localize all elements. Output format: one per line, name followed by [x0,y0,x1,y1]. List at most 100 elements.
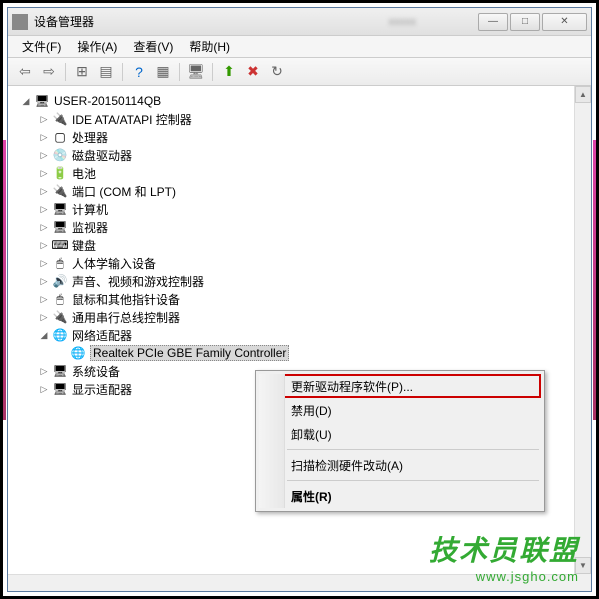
device-category-icon: ⌨ [52,237,68,253]
view-button-1[interactable]: ⊞ [71,61,93,83]
context-menu-gutter [259,374,285,508]
expander-icon[interactable]: ▷ [38,257,50,269]
tree-node[interactable]: ▷🖥计算机 [38,200,587,218]
grid-icon: ⊞ [76,63,88,80]
separator [179,63,180,81]
help-button[interactable]: ? [128,61,150,83]
tree-node[interactable]: ▷🖱鼠标和其他指针设备 [38,290,587,308]
tree-node[interactable]: ▷🔌通用串行总线控制器 [38,308,587,326]
context-menu: 更新驱动程序软件(P)...禁用(D)卸载(U) 扫描检测硬件改动(A) 属性(R) [255,370,545,512]
scroll-up-arrow[interactable]: ▲ [575,86,591,103]
refresh-button[interactable]: ↻ [266,61,288,83]
tree-node[interactable]: ▷⌨键盘 [38,236,587,254]
device-category-icon: ▢ [52,129,68,145]
node-label: 鼠标和其他指针设备 [72,291,180,308]
context-menu-item[interactable]: 禁用(D) [259,398,541,422]
update-icon: ⬆ [223,63,235,80]
back-icon: ⇦ [19,63,31,80]
update-button[interactable]: ⬆ [218,61,240,83]
refresh-icon: ↻ [271,63,283,80]
tree-leaf-node[interactable]: 🌐Realtek PCIe GBE Family Controller [56,344,587,362]
details-button[interactable]: ▦ [152,61,174,83]
expander-icon[interactable]: ▷ [38,383,50,395]
node-label: IDE ATA/ATAPI 控制器 [72,111,192,128]
device-category-icon: 🌐 [52,327,68,343]
expander-icon[interactable]: ▷ [38,293,50,305]
context-menu-separator [287,449,539,450]
separator [65,63,66,81]
vertical-scrollbar[interactable]: ▲ ▼ [574,86,591,591]
tree-node[interactable]: ▷🔊声音、视频和游戏控制器 [38,272,587,290]
expander-icon[interactable]: ▷ [38,167,50,179]
expander-icon[interactable]: ▷ [38,365,50,377]
blurred-text: xxxxx [389,16,417,28]
expander-icon[interactable]: ▷ [38,185,50,197]
separator [122,63,123,81]
expander-icon[interactable]: ◢ [38,329,50,341]
tree-node[interactable]: ▷🖱人体学输入设备 [38,254,587,272]
uninstall-button[interactable]: ✖ [242,61,264,83]
context-menu-item[interactable]: 属性(R) [259,484,541,508]
context-menu-item[interactable]: 更新驱动程序软件(P)... [259,374,541,398]
expander-icon[interactable]: ▷ [38,203,50,215]
menubar: 文件(F) 操作(A) 查看(V) 帮助(H) [8,36,591,58]
node-label: 人体学输入设备 [72,255,156,272]
device-category-icon: 🖥 [52,381,68,397]
forward-button[interactable]: ⇨ [38,61,60,83]
node-label: 显示适配器 [72,381,132,398]
tree-node[interactable]: ▷🔌IDE ATA/ATAPI 控制器 [38,110,587,128]
tree-children: 🌐Realtek PCIe GBE Family Controller [38,344,587,362]
tree-node[interactable]: ◢🌐网络适配器 [38,326,587,344]
expander-icon[interactable]: ▷ [38,131,50,143]
device-category-icon: 🖥 [52,219,68,235]
expander-icon[interactable]: ▷ [38,275,50,287]
menu-action[interactable]: 操作(A) [69,38,125,55]
uninstall-icon: ✖ [247,63,259,80]
tree-node[interactable]: ▷🖥监视器 [38,218,587,236]
expander-icon[interactable]: ▷ [38,239,50,251]
watermark-text: 技术员联盟 [429,529,579,569]
node-label: 声音、视频和游戏控制器 [72,273,204,290]
node-label: 系统设备 [72,363,120,380]
titlebar[interactable]: 设备管理器 xxxxx — □ ✕ [8,8,591,36]
close-button[interactable]: ✕ [542,13,587,31]
device-category-icon: 🔌 [52,111,68,127]
menu-file[interactable]: 文件(F) [14,38,69,55]
node-label: 磁盘驱动器 [72,147,132,164]
context-menu-item[interactable]: 扫描检测硬件改动(A) [259,453,541,477]
context-menu-item[interactable]: 卸载(U) [259,422,541,446]
device-category-icon: 🔌 [52,183,68,199]
node-label: 监视器 [72,219,108,236]
device-category-icon: 🖥 [52,363,68,379]
expander-icon[interactable]: ▷ [38,311,50,323]
context-menu-separator [287,480,539,481]
back-button[interactable]: ⇦ [14,61,36,83]
tree-node[interactable]: ▷🔋电池 [38,164,587,182]
expander-icon[interactable]: ◢ [20,95,32,107]
decoration-right [593,140,596,420]
view-button-2[interactable]: ▤ [95,61,117,83]
computer-icon: 🖥 [34,93,50,109]
device-category-icon: 🖱 [52,255,68,271]
window-controls: — □ ✕ [476,13,587,31]
menu-view[interactable]: 查看(V) [125,38,181,55]
menu-help[interactable]: 帮助(H) [181,38,238,55]
tree-node[interactable]: ▷▢处理器 [38,128,587,146]
expander-icon[interactable]: ▷ [38,221,50,233]
help-icon: ? [135,64,143,80]
root-label: USER-20150114QB [54,94,161,108]
scan-icon: 🖥 [187,63,205,80]
watermark-url: www.jsgho.com [429,569,579,584]
minimize-button[interactable]: — [478,13,508,31]
tree-node[interactable]: ▷🔌端口 (COM 和 LPT) [38,182,587,200]
expander-icon[interactable]: ▷ [38,149,50,161]
node-label: 网络适配器 [72,327,132,344]
root-node[interactable]: ◢ 🖥 USER-20150114QB [20,92,587,110]
tree-children: ▷🔌IDE ATA/ATAPI 控制器▷▢处理器▷💿磁盘驱动器▷🔋电池▷🔌端口 … [20,110,587,398]
maximize-button[interactable]: □ [510,13,540,31]
scan-button[interactable]: 🖥 [185,61,207,83]
tree-root: ◢ 🖥 USER-20150114QB ▷🔌IDE ATA/ATAPI 控制器▷… [12,92,587,398]
node-label: 通用串行总线控制器 [72,309,180,326]
expander-icon[interactable]: ▷ [38,113,50,125]
tree-node[interactable]: ▷💿磁盘驱动器 [38,146,587,164]
